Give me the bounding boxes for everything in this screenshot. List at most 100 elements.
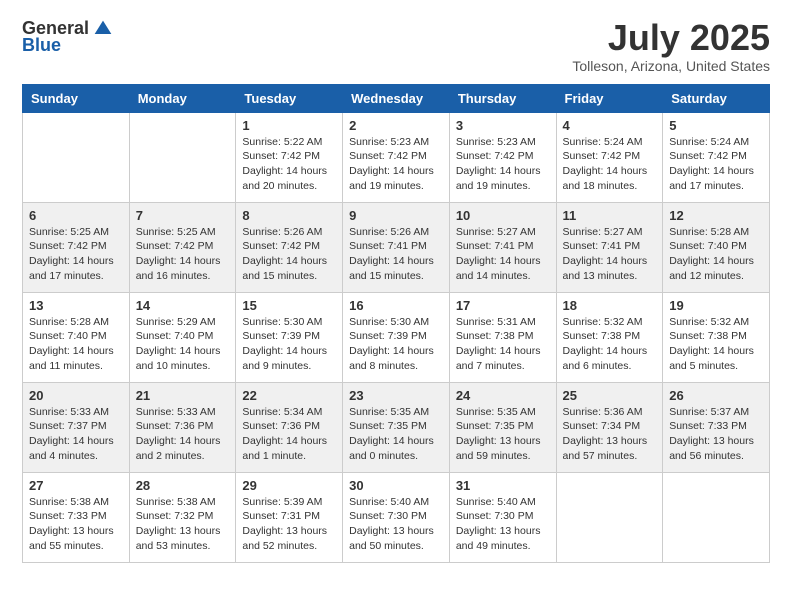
day-number: 19 — [669, 298, 763, 313]
calendar-cell: 16Sunrise: 5:30 AMSunset: 7:39 PMDayligh… — [343, 292, 450, 382]
calendar-cell: 15Sunrise: 5:30 AMSunset: 7:39 PMDayligh… — [236, 292, 343, 382]
day-number: 5 — [669, 118, 763, 133]
day-info: Sunrise: 5:33 AMSunset: 7:36 PMDaylight:… — [136, 405, 230, 464]
day-number: 23 — [349, 388, 443, 403]
calendar-cell: 20 Sunrise: 5:33 AMSunset: 7:37 PMDayligh… — [23, 382, 130, 472]
day-info: Sunrise: 5:30 AMSunset: 7:39 PMDaylight:… — [349, 315, 443, 374]
day-number: 8 — [242, 208, 336, 223]
calendar-cell: 26 Sunrise: 5:37 AMSunset: 7:33 PMDayligh… — [663, 382, 770, 472]
weekday-header: Tuesday — [236, 84, 343, 112]
day-info: Sunrise: 5:40 AMSunset: 7:30 PMDaylight:… — [456, 495, 550, 554]
day-number: 29 — [242, 478, 336, 493]
weekday-header: Saturday — [663, 84, 770, 112]
calendar-cell: 21 Sunrise: 5:33 AMSunset: 7:36 PMDayligh… — [129, 382, 236, 472]
day-number: 4 — [563, 118, 657, 133]
page-header: General Blue July 2025 Tolleson, Arizona… — [10, 10, 782, 78]
day-info: Sunrise: 5:40 AMSunset: 7:30 PMDaylight:… — [349, 495, 443, 554]
logo: General Blue — [22, 18, 113, 56]
calendar-cell — [556, 472, 663, 562]
day-number: 11 — [563, 208, 657, 223]
day-number: 26 — [669, 388, 763, 403]
day-number: 17 — [456, 298, 550, 313]
calendar-cell: 17 Sunrise: 5:31 AMSunset: 7:38 PMDayligh… — [449, 292, 556, 382]
calendar-cell: 24Sunrise: 5:35 AMSunset: 7:35 PMDayligh… — [449, 382, 556, 472]
calendar-cell: 28Sunrise: 5:38 AMSunset: 7:32 PMDayligh… — [129, 472, 236, 562]
calendar-cell: 1 Sunrise: 5:22 AMSunset: 7:42 PMDaylight… — [236, 112, 343, 202]
day-info: Sunrise: 5:27 AMSunset: 7:41 PMDaylight:… — [563, 225, 657, 284]
day-number: 3 — [456, 118, 550, 133]
calendar-cell: 31 Sunrise: 5:40 AMSunset: 7:30 PMDayligh… — [449, 472, 556, 562]
day-info: Sunrise: 5:25 AMSunset: 7:42 PMDaylight:… — [29, 225, 123, 284]
logo-blue-text: Blue — [22, 35, 61, 56]
calendar-cell: 11 Sunrise: 5:27 AMSunset: 7:41 PMDayligh… — [556, 202, 663, 292]
weekday-header-row: SundayMondayTuesdayWednesdayThursdayFrid… — [23, 84, 770, 112]
weekday-header: Wednesday — [343, 84, 450, 112]
day-info: Sunrise: 5:27 AMSunset: 7:41 PMDaylight:… — [456, 225, 550, 284]
calendar-cell: 3 Sunrise: 5:23 AMSunset: 7:42 PMDaylight… — [449, 112, 556, 202]
day-number: 10 — [456, 208, 550, 223]
calendar-cell: 13 Sunrise: 5:28 AMSunset: 7:40 PMDayligh… — [23, 292, 130, 382]
day-number: 27 — [29, 478, 123, 493]
weekday-header: Sunday — [23, 84, 130, 112]
weekday-header: Monday — [129, 84, 236, 112]
day-number: 6 — [29, 208, 123, 223]
day-info: Sunrise: 5:28 AMSunset: 7:40 PMDaylight:… — [29, 315, 123, 374]
day-info: Sunrise: 5:31 AMSunset: 7:38 PMDaylight:… — [456, 315, 550, 374]
calendar-cell: 22 Sunrise: 5:34 AMSunset: 7:36 PMDayligh… — [236, 382, 343, 472]
day-info: Sunrise: 5:24 AMSunset: 7:42 PMDaylight:… — [563, 135, 657, 194]
day-info: Sunrise: 5:34 AMSunset: 7:36 PMDaylight:… — [242, 405, 336, 464]
day-number: 2 — [349, 118, 443, 133]
weekday-header: Thursday — [449, 84, 556, 112]
day-info: Sunrise: 5:29 AMSunset: 7:40 PMDaylight:… — [136, 315, 230, 374]
day-number: 22 — [242, 388, 336, 403]
calendar-cell: 4 Sunrise: 5:24 AMSunset: 7:42 PMDaylight… — [556, 112, 663, 202]
day-info: Sunrise: 5:35 AMSunset: 7:35 PMDaylight:… — [349, 405, 443, 464]
day-info: Sunrise: 5:37 AMSunset: 7:33 PMDaylight:… — [669, 405, 763, 464]
day-number: 25 — [563, 388, 657, 403]
calendar-cell: 5Sunrise: 5:24 AMSunset: 7:42 PMDaylight… — [663, 112, 770, 202]
day-number: 14 — [136, 298, 230, 313]
calendar-cell: 14 Sunrise: 5:29 AMSunset: 7:40 PMDayligh… — [129, 292, 236, 382]
day-info: Sunrise: 5:33 AMSunset: 7:37 PMDaylight:… — [29, 405, 123, 464]
day-number: 12 — [669, 208, 763, 223]
weekday-header: Friday — [556, 84, 663, 112]
calendar-cell: 7Sunrise: 5:25 AMSunset: 7:42 PMDaylight… — [129, 202, 236, 292]
day-number: 18 — [563, 298, 657, 313]
calendar-cell: 27Sunrise: 5:38 AMSunset: 7:33 PMDayligh… — [23, 472, 130, 562]
day-info: Sunrise: 5:23 AMSunset: 7:42 PMDaylight:… — [456, 135, 550, 194]
day-info: Sunrise: 5:23 AMSunset: 7:42 PMDaylight:… — [349, 135, 443, 194]
calendar-week-row: 6 Sunrise: 5:25 AMSunset: 7:42 PMDaylight… — [23, 202, 770, 292]
calendar-cell: 2 Sunrise: 5:23 AMSunset: 7:42 PMDaylight… — [343, 112, 450, 202]
location-title: Tolleson, Arizona, United States — [572, 58, 770, 74]
day-info: Sunrise: 5:25 AMSunset: 7:42 PMDaylight:… — [136, 225, 230, 284]
day-number: 20 — [29, 388, 123, 403]
day-number: 1 — [242, 118, 336, 133]
day-number: 21 — [136, 388, 230, 403]
day-number: 13 — [29, 298, 123, 313]
day-info: Sunrise: 5:32 AMSunset: 7:38 PMDaylight:… — [669, 315, 763, 374]
day-info: Sunrise: 5:22 AMSunset: 7:42 PMDaylight:… — [242, 135, 336, 194]
day-info: Sunrise: 5:30 AMSunset: 7:39 PMDaylight:… — [242, 315, 336, 374]
calendar-cell: 30Sunrise: 5:40 AMSunset: 7:30 PMDayligh… — [343, 472, 450, 562]
day-number: 9 — [349, 208, 443, 223]
calendar-cell: 8Sunrise: 5:26 AMSunset: 7:42 PMDaylight… — [236, 202, 343, 292]
calendar-cell: 19 Sunrise: 5:32 AMSunset: 7:38 PMDayligh… — [663, 292, 770, 382]
day-info: Sunrise: 5:32 AMSunset: 7:38 PMDaylight:… — [563, 315, 657, 374]
title-area: July 2025 Tolleson, Arizona, United Stat… — [572, 18, 770, 74]
calendar-cell: 29Sunrise: 5:39 AMSunset: 7:31 PMDayligh… — [236, 472, 343, 562]
calendar-cell: 23 Sunrise: 5:35 AMSunset: 7:35 PMDayligh… — [343, 382, 450, 472]
calendar-week-row: 1 Sunrise: 5:22 AMSunset: 7:42 PMDaylight… — [23, 112, 770, 202]
calendar-cell — [129, 112, 236, 202]
calendar-cell: 25 Sunrise: 5:36 AMSunset: 7:34 PMDayligh… — [556, 382, 663, 472]
day-info: Sunrise: 5:38 AMSunset: 7:32 PMDaylight:… — [136, 495, 230, 554]
logo-icon — [93, 19, 113, 39]
day-info: Sunrise: 5:26 AMSunset: 7:41 PMDaylight:… — [349, 225, 443, 284]
calendar-table: SundayMondayTuesdayWednesdayThursdayFrid… — [22, 84, 770, 563]
day-info: Sunrise: 5:36 AMSunset: 7:34 PMDaylight:… — [563, 405, 657, 464]
calendar-cell — [663, 472, 770, 562]
calendar-cell: 18 Sunrise: 5:32 AMSunset: 7:38 PMDayligh… — [556, 292, 663, 382]
day-number: 31 — [456, 478, 550, 493]
calendar-cell: 6 Sunrise: 5:25 AMSunset: 7:42 PMDaylight… — [23, 202, 130, 292]
calendar-cell: 12Sunrise: 5:28 AMSunset: 7:40 PMDayligh… — [663, 202, 770, 292]
calendar-week-row: 27Sunrise: 5:38 AMSunset: 7:33 PMDayligh… — [23, 472, 770, 562]
